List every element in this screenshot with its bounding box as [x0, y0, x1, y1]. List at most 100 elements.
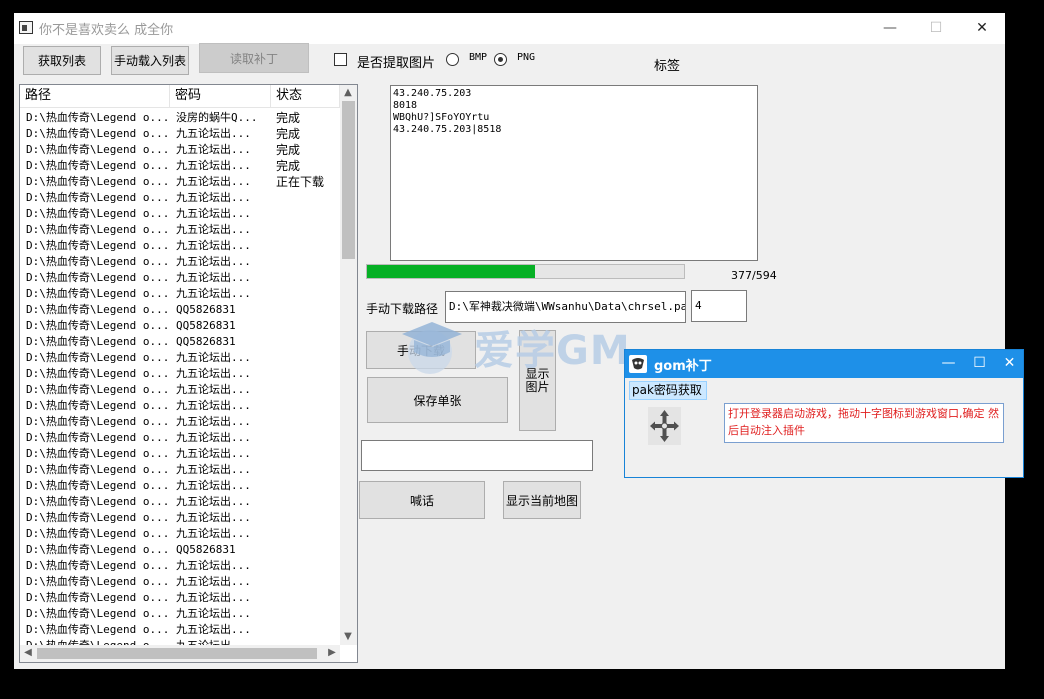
cell-password: 九五论坛出...	[176, 575, 251, 588]
table-row[interactable]: D:\热血传奇\Legend o... 九五论坛出...	[20, 606, 340, 622]
table-row[interactable]: D:\热血传奇\Legend o... 九五论坛出...	[20, 206, 340, 222]
table-row[interactable]: D:\热血传奇\Legend o... 九五论坛出...	[20, 366, 340, 382]
table-row[interactable]: D:\热血传奇\Legend o... 九五论坛出...	[20, 254, 340, 270]
cell-path: D:\热血传奇\Legend o...	[26, 399, 170, 412]
table-row[interactable]: D:\热血传奇\Legend o... 九五论坛出...	[20, 462, 340, 478]
table-row[interactable]: D:\热血传奇\Legend o... 九五论坛出...	[20, 478, 340, 494]
list-body: D:\热血传奇\Legend o... 没房的蜗牛Q... 完成 D:\热血传奇\Le…	[20, 110, 340, 662]
table-row[interactable]: D:\热血传奇\Legend o... 九五论坛出...	[20, 558, 340, 574]
table-row[interactable]: D:\热血传奇\Legend o... 九五论坛出...	[20, 494, 340, 510]
bmp-radio[interactable]	[446, 53, 459, 66]
scroll-down-icon[interactable]: ▼	[340, 629, 356, 645]
cell-password: 九五论坛出...	[176, 431, 251, 444]
table-row[interactable]: D:\热血传奇\Legend o... 没房的蜗牛Q... 完成	[20, 110, 340, 126]
gom-minimize-button[interactable]: —	[933, 350, 964, 378]
close-button[interactable]: ✕	[959, 13, 1005, 44]
cell-path: D:\热血传奇\Legend o...	[26, 575, 170, 588]
cell-password: 九五论坛出...	[176, 415, 251, 428]
cell-path: D:\热血传奇\Legend o...	[26, 383, 170, 396]
table-row[interactable]: D:\热血传奇\Legend o... 九五论坛出...	[20, 350, 340, 366]
cell-path: D:\热血传奇\Legend o...	[26, 159, 170, 172]
cell-path: D:\热血传奇\Legend o...	[26, 111, 170, 124]
table-row[interactable]: D:\热血传奇\Legend o... 九五论坛出...	[20, 446, 340, 462]
table-row[interactable]: D:\热血传奇\Legend o... 九五论坛出...	[20, 222, 340, 238]
crosshair-drag-icon[interactable]	[648, 407, 681, 445]
chat-input[interactable]	[361, 440, 593, 471]
count-input[interactable]: 4	[691, 290, 747, 322]
cell-path: D:\热血传奇\Legend o...	[26, 367, 170, 380]
cell-path: D:\热血传奇\Legend o...	[26, 143, 170, 156]
gom-close-button[interactable]: ✕	[994, 350, 1025, 378]
table-row[interactable]: D:\热血传奇\Legend o... 九五论坛出... 正在下载	[20, 174, 340, 190]
gom-instruction-text[interactable]: 打开登录器启动游戏，拖动十字图标到游戏窗口,确定 然后自动注入插件	[724, 403, 1004, 443]
table-row[interactable]: D:\热血传奇\Legend o... 九五论坛出...	[20, 398, 340, 414]
info-textarea[interactable]: 43.240.75.203 8018 WBQhU?]SFoYOYrtu 43.2…	[390, 85, 758, 261]
cell-path: D:\热血传奇\Legend o...	[26, 335, 170, 348]
table-row[interactable]: D:\热血传奇\Legend o... 九五论坛出...	[20, 430, 340, 446]
manual-load-list-button[interactable]: 手动载入列表	[111, 46, 189, 75]
scroll-up-icon[interactable]: ▲	[340, 85, 356, 101]
table-row[interactable]: D:\热血传奇\Legend o... 九五论坛出...	[20, 270, 340, 286]
table-row[interactable]: D:\热血传奇\Legend o... 九五论坛出...	[20, 590, 340, 606]
table-row[interactable]: D:\热血传奇\Legend o... 九五论坛出...	[20, 238, 340, 254]
cell-password: 九五论坛出...	[176, 607, 251, 620]
cell-path: D:\热血传奇\Legend o...	[26, 287, 170, 300]
download-progress-bar	[366, 264, 685, 279]
show-map-button[interactable]: 显示当前地图	[503, 481, 581, 519]
cell-password: 九五论坛出...	[176, 495, 251, 508]
table-row[interactable]: D:\热血传奇\Legend o... 九五论坛出...	[20, 414, 340, 430]
cell-password: QQ5826831	[176, 319, 236, 332]
shout-button[interactable]: 喊话	[359, 481, 485, 519]
table-row[interactable]: D:\热血传奇\Legend o... QQ5826831	[20, 318, 340, 334]
vertical-scroll-thumb[interactable]	[342, 101, 355, 259]
cell-path: D:\热血传奇\Legend o...	[26, 463, 170, 476]
memo-line: 43.240.75.203	[393, 88, 472, 99]
table-row[interactable]: D:\热血传奇\Legend o... 九五论坛出...	[20, 510, 340, 526]
column-header-password[interactable]: 密码	[170, 85, 271, 108]
table-row[interactable]: D:\热血传奇\Legend o... 九五论坛出...	[20, 622, 340, 638]
table-row[interactable]: D:\热血传奇\Legend o... 九五论坛出...	[20, 190, 340, 206]
cell-password: 九五论坛出...	[176, 399, 251, 412]
png-radio[interactable]	[494, 53, 507, 66]
column-header-path[interactable]: 路径	[20, 85, 170, 108]
app-icon	[19, 21, 33, 34]
scroll-right-icon[interactable]: ▶	[324, 645, 340, 661]
cell-password: 九五论坛出...	[176, 287, 251, 300]
table-row[interactable]: D:\热血传奇\Legend o... 九五论坛出...	[20, 286, 340, 302]
cell-password: 九五论坛出...	[176, 623, 251, 636]
table-row[interactable]: D:\热血传奇\Legend o... 九五论坛出...	[20, 574, 340, 590]
tab-pak-password[interactable]: pak密码获取	[629, 381, 707, 400]
table-row[interactable]: D:\热血传奇\Legend o... 九五论坛出...	[20, 526, 340, 542]
column-header-status[interactable]: 状态	[271, 85, 340, 108]
cell-path: D:\热血传奇\Legend o...	[26, 239, 170, 252]
patch-list[interactable]: 路径 密码 状态 D:\热血传奇\Legend o... 没房的蜗牛Q... 完成 D…	[19, 84, 358, 663]
read-patch-button[interactable]: 读取补丁	[199, 43, 309, 73]
table-row[interactable]: D:\热血传奇\Legend o... 九五论坛出... 完成	[20, 126, 340, 142]
table-row[interactable]: D:\热血传奇\Legend o... QQ5826831	[20, 334, 340, 350]
save-single-button[interactable]: 保存单张	[367, 377, 508, 423]
table-row[interactable]: D:\热血传奇\Legend o... QQ5826831	[20, 542, 340, 558]
cell-password: 九五论坛出...	[176, 239, 251, 252]
table-row[interactable]: D:\热血传奇\Legend o... 九五论坛出... 完成	[20, 158, 340, 174]
scroll-left-icon[interactable]: ◀	[20, 645, 36, 661]
horizontal-scroll-thumb[interactable]	[37, 648, 317, 659]
table-row[interactable]: D:\热血传奇\Legend o... 九五论坛出... 完成	[20, 142, 340, 158]
extract-images-checkbox[interactable]	[334, 53, 347, 66]
vertical-scrollbar[interactable]: ▲ ▼	[340, 85, 357, 645]
minimize-button[interactable]: —	[867, 13, 913, 44]
cell-password: 九五论坛出...	[176, 159, 251, 172]
table-row[interactable]: D:\热血传奇\Legend o... QQ5826831	[20, 302, 340, 318]
cell-password: 九五论坛出...	[176, 463, 251, 476]
cell-path: D:\热血传奇\Legend o...	[26, 479, 170, 492]
cell-status: 完成	[276, 127, 301, 141]
table-row[interactable]: D:\热血传奇\Legend o... 九五论坛出...	[20, 382, 340, 398]
cell-password: 九五论坛出...	[176, 223, 251, 236]
cell-password: 九五论坛出...	[176, 367, 251, 380]
cell-password: 没房的蜗牛Q...	[176, 111, 258, 124]
cell-status: 正在下载	[276, 175, 325, 189]
maximize-button[interactable]: ☐	[913, 13, 959, 44]
horizontal-scrollbar[interactable]: ◀ ▶	[20, 645, 340, 662]
get-list-button[interactable]: 获取列表	[23, 46, 101, 75]
gom-maximize-button[interactable]: ☐	[964, 350, 995, 378]
cell-password: QQ5826831	[176, 335, 236, 348]
